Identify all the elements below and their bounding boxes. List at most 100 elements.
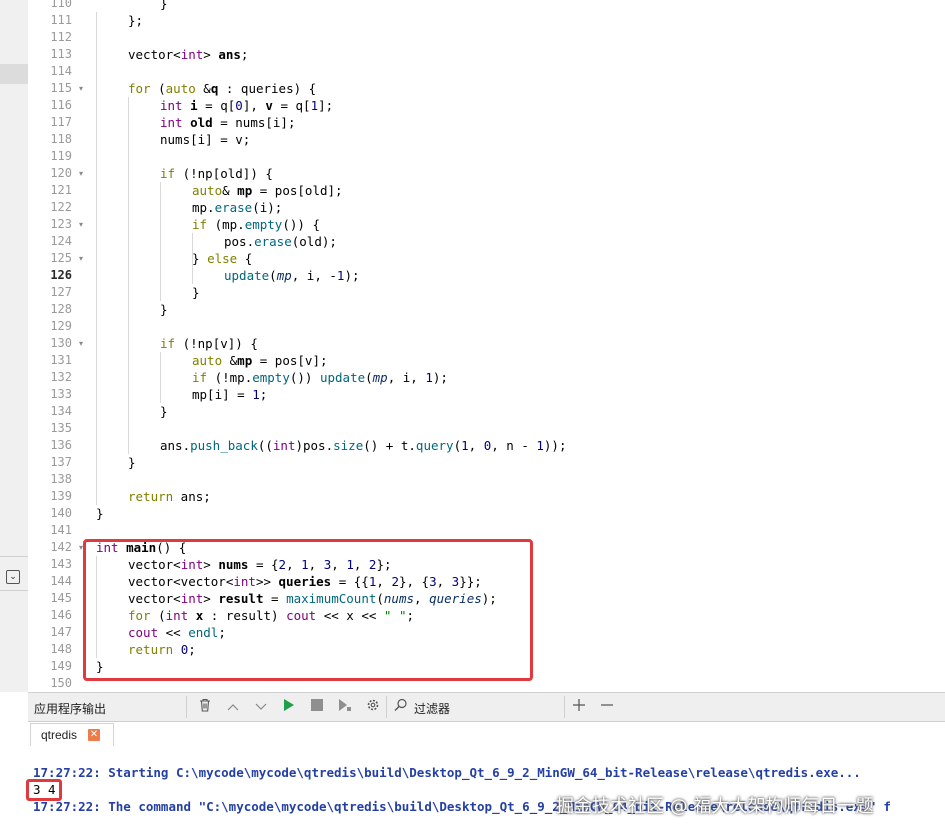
fold-marker-icon[interactable]: ▾ xyxy=(79,250,83,267)
search-icon[interactable] xyxy=(392,698,410,716)
line-number: 134 xyxy=(50,404,72,418)
line-number: 128 xyxy=(50,302,72,316)
line-number: 146 xyxy=(50,608,72,622)
filter-input[interactable]: 过滤器 xyxy=(414,700,450,717)
line-number: 125 xyxy=(50,251,72,265)
line-number: 133 xyxy=(50,387,72,401)
line-number: 147 xyxy=(50,625,72,639)
line-number: 111 xyxy=(50,13,72,27)
line-number: 119 xyxy=(50,149,72,163)
line-number: 143 xyxy=(50,557,72,571)
code-line: } xyxy=(160,404,168,419)
watermark: 掘金技术社区 @ 福大大架构师每日一题 xyxy=(556,796,874,817)
editor-scrollbar[interactable] xyxy=(935,0,945,692)
code-line: if (!np[v]) { xyxy=(160,336,258,351)
code-line: vector<int> ans; xyxy=(128,47,249,62)
toolbar-separator xyxy=(386,696,387,718)
arrow-up-icon[interactable] xyxy=(224,698,242,716)
line-number: 126 xyxy=(50,268,72,282)
line-number: 142 xyxy=(50,540,72,554)
line-number: 123 xyxy=(50,217,72,231)
line-number: 149 xyxy=(50,659,72,673)
output-result-highlight xyxy=(26,779,62,801)
toolbar-separator xyxy=(564,696,565,718)
line-number: 124 xyxy=(50,234,72,248)
left-sidebar-divider xyxy=(0,590,28,591)
code-line: int old = nums[i]; xyxy=(160,115,296,130)
left-sidebar-selected-item[interactable] xyxy=(0,64,28,84)
tab-qtredis[interactable]: qtredis ✕ xyxy=(30,723,114,746)
line-number: 139 xyxy=(50,489,72,503)
code-line: ans.push_back((int)pos.size() + t.query(… xyxy=(160,438,567,453)
code-line: if (mp.empty()) { xyxy=(192,217,320,232)
arrow-down-icon[interactable] xyxy=(252,698,270,716)
fold-marker-icon[interactable]: ▾ xyxy=(79,165,83,182)
indent-guide xyxy=(160,182,161,301)
application-output[interactable]: 17:27:22: Starting C:\mycode\mycode\qtre… xyxy=(28,746,945,836)
code-line: mp[i] = 1; xyxy=(192,387,268,402)
output-pane-title: 应用程序输出 xyxy=(34,702,107,716)
line-number: 136 xyxy=(50,438,72,452)
close-icon[interactable]: ✕ xyxy=(88,729,100,741)
code-line: if (!np[old]) { xyxy=(160,166,273,181)
code-line: update(mp, i, -1); xyxy=(224,268,360,283)
minus-icon[interactable] xyxy=(598,698,616,716)
line-number: 113 xyxy=(50,47,72,61)
line-number: 114 xyxy=(50,64,72,78)
code-line: auto& mp = pos[old]; xyxy=(192,183,343,198)
code-line: pos.erase(old); xyxy=(224,234,337,249)
indent-guide xyxy=(160,352,161,403)
toolbar-separator xyxy=(186,696,187,718)
code-line: nums[i] = v; xyxy=(160,132,251,147)
code-line: } xyxy=(160,0,168,11)
line-number: 145 xyxy=(50,591,72,605)
code-line: } else { xyxy=(192,251,253,266)
line-number: 110 xyxy=(50,0,72,10)
fold-marker-icon[interactable]: ▾ xyxy=(79,80,83,97)
collapse-icon[interactable]: ⌄ xyxy=(6,570,20,584)
line-number: 131 xyxy=(50,353,72,367)
line-number: 117 xyxy=(50,115,72,129)
left-sidebar-lower xyxy=(0,692,28,836)
line-number: 137 xyxy=(50,455,72,469)
line-number: 141 xyxy=(50,523,72,537)
main-function-highlight xyxy=(83,539,533,681)
line-number: 148 xyxy=(50,642,72,656)
line-number: 130 xyxy=(50,336,72,350)
line-number: 115 xyxy=(50,81,72,95)
line-number: 121 xyxy=(50,183,72,197)
code-line: auto &mp = pos[v]; xyxy=(192,353,328,368)
code-line: int i = q[0], v = q[1]; xyxy=(160,98,334,113)
line-number: 132 xyxy=(50,370,72,384)
line-number: 122 xyxy=(50,200,72,214)
line-number: 140 xyxy=(50,506,72,520)
code-line: return ans; xyxy=(128,489,211,504)
run-icon[interactable] xyxy=(280,698,298,716)
code-line: } xyxy=(192,285,200,300)
code-line: for (auto &q : queries) { xyxy=(128,81,317,96)
run-debug-icon[interactable] xyxy=(336,698,354,716)
line-number: 120 xyxy=(50,166,72,180)
line-number: 129 xyxy=(50,319,72,333)
fold-marker-icon[interactable]: ▾ xyxy=(79,335,83,352)
indent-guide xyxy=(96,12,97,505)
line-number: 116 xyxy=(50,98,72,112)
stop-icon[interactable] xyxy=(308,698,326,716)
tab-label: qtredis xyxy=(41,728,78,742)
left-sidebar-divider xyxy=(0,556,28,557)
line-number: 150 xyxy=(50,676,72,690)
fold-marker-icon[interactable]: ▾ xyxy=(79,216,83,233)
trash-icon[interactable] xyxy=(196,698,214,716)
line-number-gutter: 110 111 112 113 114 115 116 117 118 119 120 121 122 1… xyxy=(28,0,76,692)
line-number: 127 xyxy=(50,285,72,299)
line-number: 138 xyxy=(50,472,72,486)
gear-icon[interactable] xyxy=(364,698,382,716)
code-line: }; xyxy=(128,13,144,28)
indent-guide xyxy=(192,233,193,284)
code-line: } xyxy=(128,455,136,470)
indent-guide xyxy=(128,97,129,454)
line-number: 118 xyxy=(50,132,72,146)
output-pane-toolbar: 应用程序输出 过滤器 xyxy=(28,692,945,722)
plus-icon[interactable] xyxy=(570,698,588,716)
code-line: if (!mp.empty()) update(mp, i, 1); xyxy=(192,370,448,385)
